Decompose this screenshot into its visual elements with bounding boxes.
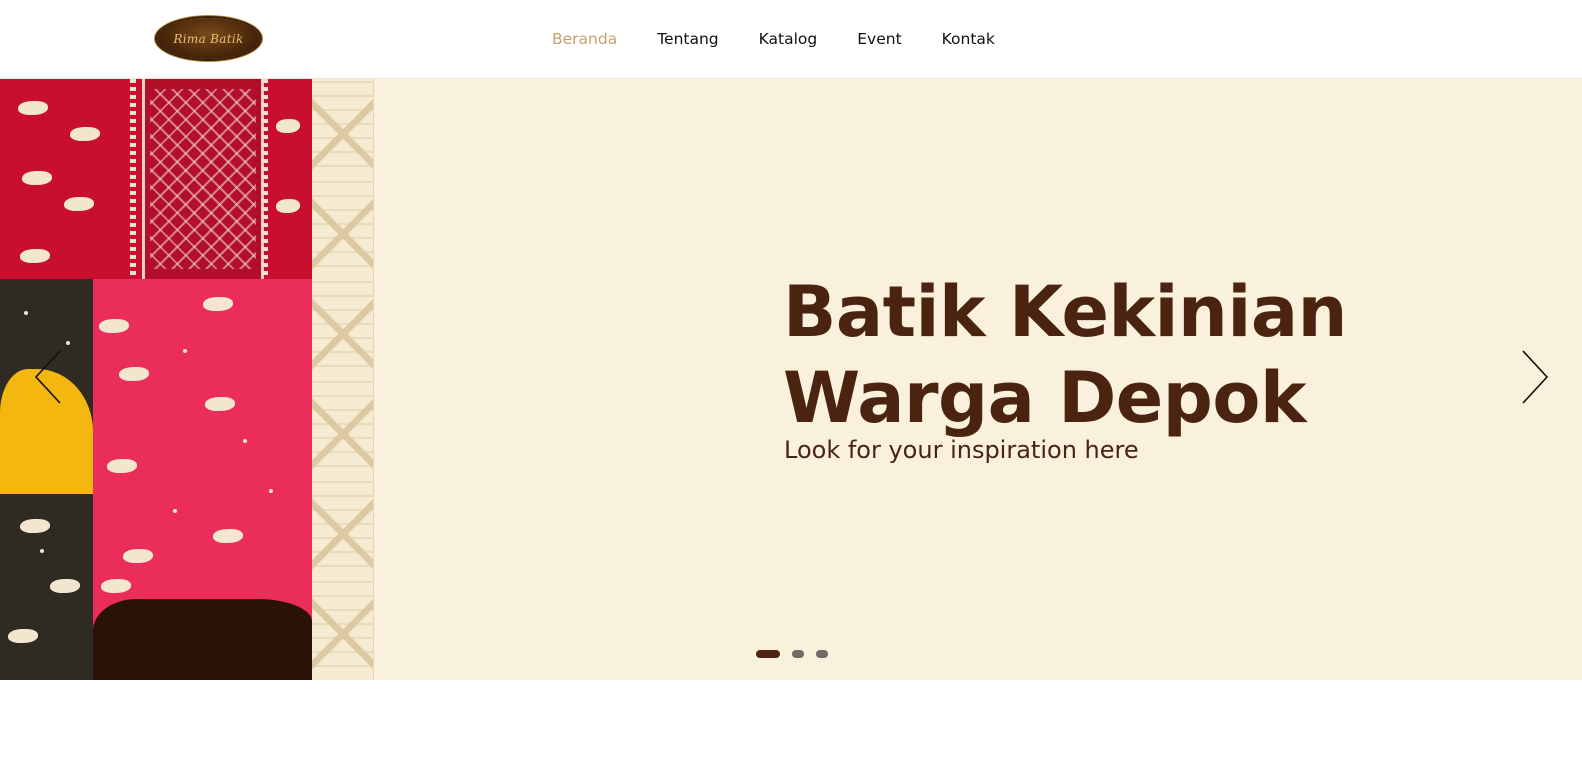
dot-motif xyxy=(66,341,70,345)
dot-motif xyxy=(243,439,247,443)
main-nav: Beranda Tentang Katalog Event Kontak xyxy=(552,28,1035,50)
fish-motif xyxy=(101,579,131,593)
batik-dark-wave xyxy=(93,599,312,680)
hero-title-line2: Warga Depok xyxy=(783,357,1307,439)
nav-tentang[interactable]: Tentang xyxy=(657,28,718,50)
batik-red-fabric xyxy=(0,79,312,279)
nav-kontak[interactable]: Kontak xyxy=(942,28,995,50)
batik-pink-fabric xyxy=(93,279,312,680)
nav-katalog[interactable]: Katalog xyxy=(759,28,818,50)
fish-motif xyxy=(203,297,233,311)
rima-batik-logo[interactable]: Rima Batik xyxy=(157,18,260,59)
batik-stripe xyxy=(262,79,268,279)
fish-motif xyxy=(18,101,48,115)
nav-beranda[interactable]: Beranda xyxy=(552,28,617,50)
batik-stripe xyxy=(130,79,136,279)
logo-text: Rima Batik xyxy=(173,31,244,46)
hero-title: Batik Kekinian Warga Depok xyxy=(783,269,1483,441)
fish-motif xyxy=(107,459,137,473)
fish-motif xyxy=(123,549,153,563)
fish-motif xyxy=(276,199,300,213)
carousel-prev-button[interactable] xyxy=(30,349,70,405)
site-header: Rima Batik Beranda Tentang Katalog Event… xyxy=(0,0,1582,79)
dot-motif xyxy=(24,311,28,315)
batik-dark-fabric xyxy=(0,279,93,680)
fish-motif xyxy=(20,249,50,263)
hero-title-line1: Batik Kekinian xyxy=(783,271,1347,353)
fish-motif xyxy=(22,171,52,185)
hero-carousel: Batik Kekinian Warga Depok Look for your… xyxy=(0,79,1582,680)
carousel-dot-1[interactable] xyxy=(756,650,780,658)
dot-motif xyxy=(173,509,177,513)
carousel-dot-3[interactable] xyxy=(816,650,828,658)
carousel-next-button[interactable] xyxy=(1513,349,1553,405)
carousel-dot-2[interactable] xyxy=(792,650,804,658)
chevron-right-icon xyxy=(1522,350,1549,404)
chevron-left-icon xyxy=(34,350,61,404)
dot-motif xyxy=(183,349,187,353)
hero-subtitle: Look for your inspiration here xyxy=(784,436,1139,464)
batik-zigzag-pattern xyxy=(150,89,256,269)
fish-motif xyxy=(205,397,235,411)
carousel-indicators xyxy=(756,650,840,658)
fish-motif xyxy=(99,319,129,333)
nav-event[interactable]: Event xyxy=(857,28,901,50)
fish-motif xyxy=(213,529,243,543)
fish-motif xyxy=(8,629,38,643)
fish-motif xyxy=(64,197,94,211)
fish-motif xyxy=(276,119,300,133)
fish-motif xyxy=(20,519,50,533)
dot-motif xyxy=(269,489,273,493)
fish-motif xyxy=(50,579,80,593)
dot-motif xyxy=(40,549,44,553)
fish-motif xyxy=(70,127,100,141)
fish-motif xyxy=(119,367,149,381)
batik-border-pattern xyxy=(312,79,374,680)
